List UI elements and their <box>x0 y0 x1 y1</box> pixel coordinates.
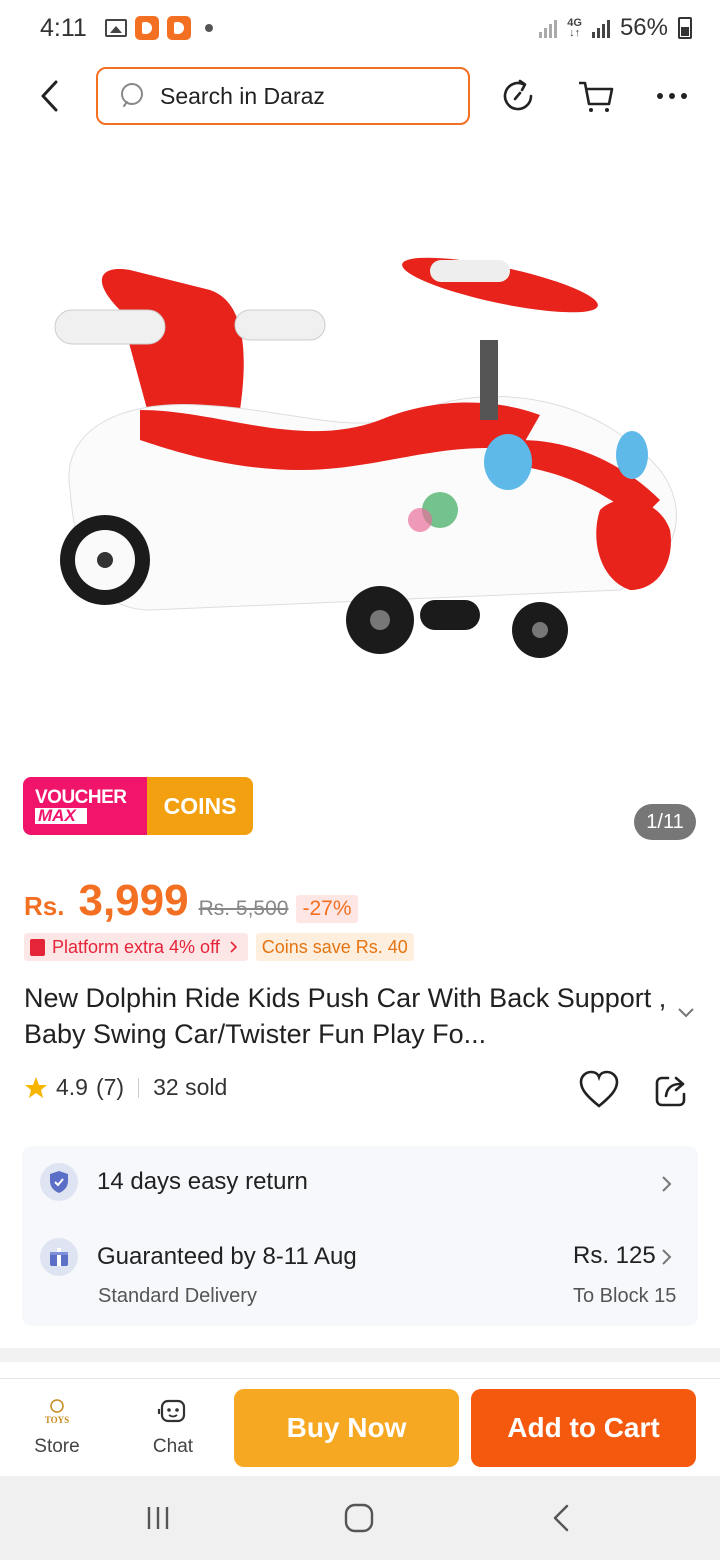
status-time: 4:11 <box>40 13 87 42</box>
action-bar: TOYS Store Chat Buy Now Add to Cart <box>0 1378 720 1476</box>
buy-now-button[interactable]: Buy Now <box>234 1389 459 1467</box>
recent-apps-icon <box>147 1507 169 1529</box>
network-type: 4G ↓↑ <box>567 17 582 39</box>
product-image[interactable] <box>0 170 720 770</box>
chat-button[interactable]: Chat <box>138 1397 208 1458</box>
add-to-cart-button[interactable]: Add to Cart <box>471 1389 696 1467</box>
home-icon <box>344 1503 374 1533</box>
daraz-notification-icon <box>134 16 159 40</box>
search-placeholder: Search in Daraz <box>160 82 325 109</box>
delivery-location: To Block 15 <box>573 1285 677 1307</box>
coins-save-tag[interactable]: Coins save Rs. 40 <box>255 933 414 961</box>
voucher-max-badge: VOUCHER MAX <box>23 777 147 835</box>
delivery-type: Standard Delivery <box>98 1285 257 1307</box>
recent-apps-button[interactable] <box>133 1496 183 1540</box>
chat-label: Chat <box>152 1436 194 1457</box>
battery-percent: 56% <box>619 14 668 41</box>
discount-badge: -27% <box>296 895 358 923</box>
promo-badges: VOUCHER MAX COINS <box>23 777 253 835</box>
sold-count: 32 sold <box>153 1074 228 1100</box>
promo-row: Platform extra 4% off Coins save Rs. 40 <box>24 933 414 961</box>
system-back-button[interactable] <box>536 1496 586 1540</box>
heart-icon[interactable] <box>578 1070 620 1110</box>
share-icon[interactable] <box>652 1070 692 1110</box>
header: Search in Daraz <box>0 62 720 130</box>
search-icon <box>121 83 143 107</box>
store-button[interactable]: TOYS Store <box>22 1397 92 1458</box>
review-count: (7) <box>95 1074 125 1100</box>
chevron-right-icon[interactable] <box>660 1247 674 1267</box>
chat-icon <box>157 1399 186 1423</box>
daraz-notification-icon <box>166 16 191 40</box>
image-counter: 1/11 <box>634 804 696 840</box>
service-card: 14 days easy return Guaranteed by 8-11 A… <box>22 1146 698 1326</box>
signal-icon <box>591 18 610 38</box>
cart-button[interactable] <box>574 74 618 118</box>
back-button[interactable] <box>30 76 70 116</box>
back-icon <box>553 1504 569 1532</box>
back-icon <box>41 80 58 112</box>
more-notifications-icon <box>204 24 213 32</box>
price-currency: Rs. <box>24 891 65 921</box>
chevron-right-icon <box>230 941 237 953</box>
status-bar: 4:11 4G ↓↑ 56% <box>0 0 720 56</box>
search-input[interactable]: Search in Daraz <box>96 67 470 125</box>
home-button[interactable] <box>334 1496 384 1540</box>
shield-check-icon <box>40 1163 78 1201</box>
voucher-icon <box>30 938 45 956</box>
store-logo-icon: TOYS <box>45 1399 69 1425</box>
section-divider <box>0 1348 720 1362</box>
delivery-guarantee[interactable]: Guaranteed by 8-11 Aug <box>97 1243 357 1271</box>
more-icon <box>657 93 687 99</box>
original-price: Rs. 5,500 <box>198 897 289 920</box>
rating-row[interactable]: 4.9 (7) 32 sold <box>24 1074 227 1101</box>
battery-icon <box>678 17 692 39</box>
gallery-notification-icon <box>104 19 127 37</box>
expand-title-icon[interactable] <box>676 1006 696 1020</box>
product-title: New Dolphin Ride Kids Push Car With Back… <box>24 983 667 1049</box>
price-row: Rs. 3,999 Rs. 5,500 -27% <box>24 876 358 926</box>
history-refresh-icon <box>503 79 533 111</box>
current-price: 3,999 <box>78 876 189 925</box>
return-policy-text[interactable]: 14 days easy return <box>97 1168 308 1196</box>
delivery-price: Rs. 125 <box>573 1242 656 1269</box>
package-icon <box>40 1238 78 1276</box>
divider <box>138 1077 140 1098</box>
system-nav-bar <box>0 1476 720 1560</box>
ride-on-car-illustration <box>54 257 677 658</box>
coins-badge: COINS <box>147 777 253 835</box>
star-icon <box>25 1076 47 1098</box>
chevron-right-icon[interactable] <box>660 1174 674 1194</box>
cart-icon <box>579 81 614 112</box>
history-button[interactable] <box>496 74 540 118</box>
signal-icon <box>539 18 558 38</box>
rating-value: 4.9 <box>56 1074 88 1100</box>
platform-discount-tag[interactable]: Platform extra 4% off <box>24 933 248 961</box>
more-button[interactable] <box>650 74 694 118</box>
store-label: Store <box>34 1436 80 1457</box>
svg-text:TOYS: TOYS <box>45 1415 69 1425</box>
